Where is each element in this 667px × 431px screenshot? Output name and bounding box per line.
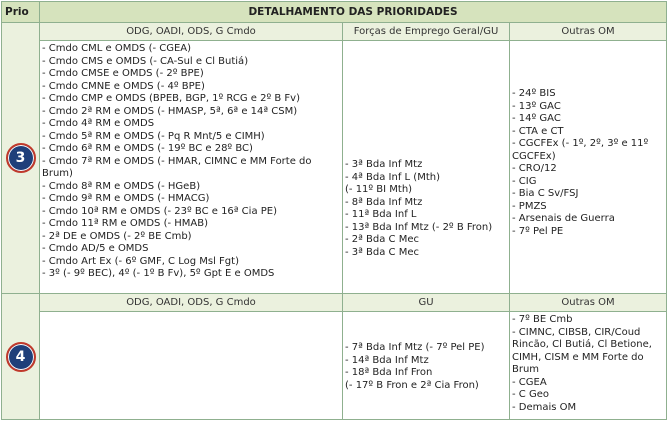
list-item: - CTA e CT — [512, 125, 564, 137]
col-header-odg: ODG, OADI, ODS, G Cmdo — [39, 22, 343, 41]
col-header-outras-om: Outras OM — [508, 22, 667, 41]
priority-3-content-row: - Cmdo CML e OMDS (- CGEA) - Cmdo CMS e O… — [2, 40, 667, 294]
list-item: - Cmdo CMS e OMDS (- CA-Sul e Cl Butiá) — [42, 55, 249, 67]
list-item: - Cmdo CMSE e OMDS (- 2º BPE) — [42, 68, 204, 79]
priority-4-subheader-row: 4 ODG, OADI, ODS, G Cmdo GU Outras OM — [1, 293, 667, 420]
list-item: - 7ª Bda Inf Mtz (- 7º Pel PE) — [345, 342, 485, 353]
priority-4-badge: 4 — [5, 341, 36, 372]
priority-4-odg-list — [39, 311, 343, 420]
list-item: - Cmdo 2ª RM e OMDS (- HMASP, 5ª, 6ª e 1… — [42, 105, 298, 117]
col-header-forcas: Forças de Emprego Geral/GU — [342, 22, 510, 41]
priority-4-content-row: - 7ª Bda Inf Mtz (- 7º Pel PE) - 14ª Bda … — [2, 311, 667, 420]
table-title: DETALHAMENTO DAS PRIORIDADES — [38, 1, 667, 23]
list-item: (- 17º B Fron e 2ª Cia Fron) — [345, 379, 479, 391]
list-item: - Cmdo 5ª RM e OMDS (- Pq R Mnt/5 e CIMH… — [42, 130, 265, 142]
priority-3-subheader-row: 3 ODG, OADI, ODS, G Cmdo Forças de Empre… — [1, 22, 667, 294]
list-item: - 14ª Bda Inf Mtz — [345, 354, 429, 366]
col-header-outras-om-4: Outras OM — [508, 293, 667, 312]
priority-4-cell: 4 — [1, 293, 40, 420]
list-item: - CRO/12 — [512, 163, 557, 174]
list-item: - Arsenais de Guerra — [512, 213, 615, 224]
list-item: - Cmdo CMP e OMDS (BPEB, BGP, 1º RCG e 2… — [42, 93, 300, 104]
list-item: - 7º Pel PE — [512, 225, 564, 237]
list-item: - 13ª Bda Inf Mtz (- 2º B Fron) — [345, 221, 493, 233]
list-item: - Cmdo 11ª RM e OMDS (- HMAB) — [42, 218, 209, 229]
list-item: - CIG — [512, 175, 537, 187]
list-item: - 3º (- 9º BEC), 4º (- 1º B Fv), 5º Gpt … — [42, 268, 275, 279]
list-item: - Cmdo 4ª RM e OMDS — [42, 118, 155, 129]
list-item: - Cmdo Art Ex (- 6º GMF, C Log Msl Fgt) — [42, 255, 239, 267]
col-header-gu: GU — [342, 293, 510, 312]
prio-header: Prio — [1, 1, 40, 23]
priority-3-cell: 3 — [1, 22, 40, 294]
list-item: - 3ª Bda Inf Mtz — [345, 159, 423, 170]
list-item: - 3ª Bda C Mec — [345, 246, 419, 258]
list-item: - 14º GAC — [512, 113, 561, 124]
priority-3-outras-list: - 24º BIS - 13º GAC - 14º GAC - CTA e CT - C… — [508, 40, 667, 294]
list-item: - Demais OM — [512, 401, 577, 413]
priority-4-outras-list: - 7º BE Cmb - CIMNC, CIBSB, CIR/Coud Rinc… — [508, 311, 667, 420]
header-row: Prio DETALHAMENTO DAS PRIORIDADES — [1, 1, 667, 23]
list-item: - 7º BE Cmb — [512, 314, 573, 325]
priority-4-gu-list: - 7ª Bda Inf Mtz (- 7º Pel PE) - 14ª Bda … — [342, 311, 510, 420]
col-header-odg-4: ODG, OADI, ODS, G Cmdo — [39, 293, 343, 312]
list-item: - PMZS — [512, 200, 547, 212]
list-item: - 8ª Bda Inf Mtz — [345, 196, 423, 208]
list-item: - 24º BIS — [512, 88, 556, 99]
list-item: - Cmdo AD/5 e OMDS — [42, 243, 149, 254]
list-item: - 2ª Bda C Mec — [345, 234, 419, 245]
list-item: - 18ª Bda Inf Fron — [345, 367, 433, 378]
list-item: - C Geo — [512, 389, 549, 400]
list-item: - 2ª DE e OMDS (- 2º BE Cmb) — [42, 230, 192, 242]
list-item: - Cmdo 6ª RM e OMDS (- 19º BC e 28º BC) — [42, 143, 253, 154]
list-item: - Cmdo 8ª RM e OMDS (- HGeB) — [42, 180, 201, 192]
list-item: - Cmdo CMNE e OMDS (- 4º BPE) — [42, 80, 205, 92]
list-item: - Cmdo CML e OMDS (- CGEA) — [42, 43, 192, 54]
list-item: - Cmdo 10ª RM e OMDS (- 23º BC e 16ª Cia… — [42, 205, 277, 217]
priority-3-odg-list: - Cmdo CML e OMDS (- CGEA) - Cmdo CMS e O… — [39, 40, 343, 294]
list-item: - 4ª Bda Inf L (Mth) — [345, 171, 440, 183]
list-item: - CIMNC, CIBSB, CIR/Coud Rincão, Cl Buti… — [512, 326, 652, 376]
list-item: - CGEA — [512, 376, 547, 388]
priority-3-badge: 3 — [5, 143, 36, 173]
priorities-table: Prio DETALHAMENTO DAS PRIORIDADES 3 ODG,… — [1, 1, 667, 420]
list-item: - Cmdo 9ª RM e OMDS (- HMACG) — [42, 193, 210, 204]
list-item: - 13º GAC — [512, 100, 561, 112]
list-item: - Bia C Sv/FSJ — [512, 188, 579, 199]
list-item: - CGCFEx (- 1º, 2º, 3º e 11º CGCFEx) — [512, 138, 649, 162]
list-item: - 11ª Bda Inf L — [345, 209, 417, 220]
priority-3-forcas-list: - 3ª Bda Inf Mtz - 4ª Bda Inf L (Mth) (- 1… — [342, 40, 510, 294]
list-item: (- 11º BI Mth) — [345, 184, 413, 195]
list-item: - Cmdo 7ª RM e OMDS (- HMAR, CIMNC e MM … — [42, 155, 312, 180]
